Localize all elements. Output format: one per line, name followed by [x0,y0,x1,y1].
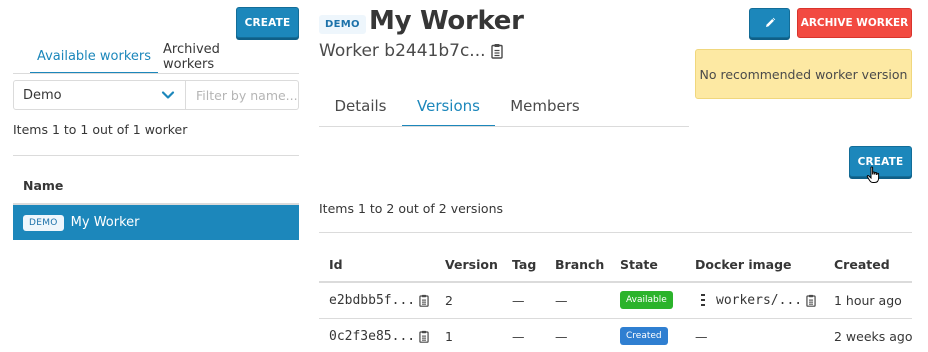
column-header-state: State [620,257,658,272]
clipboard-icon[interactable] [419,294,429,307]
version-id-cell: 0c2f3e85... [329,326,429,346]
divider [13,155,299,156]
column-header-version: Version [445,257,498,272]
archive-worker-button[interactable]: ARCHIVE WORKER [797,8,912,38]
version-id: e2bdbb5f... [329,292,416,308]
state-cell: Created [620,326,668,346]
docker-image-cell: workers/... [700,290,816,310]
page-title: My Worker [369,6,524,36]
name-column-header: Name [23,178,64,193]
divider [319,232,912,233]
worker-id-subtitle: Worker b2441b7c... [319,41,503,61]
state-badge-available: Available [620,291,673,309]
worker-count-text: Items 1 to 1 out of 1 worker [13,122,188,137]
tab-available-workers[interactable]: Available workers [30,40,158,73]
table-header-divider [319,281,912,283]
version-tag: — [512,292,525,308]
tabs-divider [13,73,299,74]
drag-handle-icon[interactable] [700,293,706,307]
docker-image: — [695,328,708,344]
version-branch: — [555,292,568,308]
docker-image: workers/... [716,292,803,308]
hand-cursor-icon [866,166,880,183]
version-count-text: Items 1 to 2 out of 2 versions [319,201,504,216]
create-worker-button[interactable]: CREATE [236,7,299,38]
version-branch: — [555,328,568,344]
worker-list-tabs: Available workers Archived workers [13,40,299,74]
version-id: 0c2f3e85... [329,328,416,344]
column-header-id: Id [329,257,343,272]
worker-tabs: Details Versions Members [319,86,689,127]
demo-tag: DEMO [23,214,64,231]
tabs-divider [319,126,689,127]
tab-members[interactable]: Members [495,86,595,126]
state-cell: Available [620,290,673,310]
worker-type-select[interactable]: Demo [13,80,186,110]
column-header-created: Created [834,257,890,272]
tab-versions[interactable]: Versions [402,86,495,126]
version-tag: — [512,328,525,344]
column-header-docker-image: Docker image [695,257,792,272]
recommended-version-notice: No recommended worker version [695,49,912,99]
state-badge-created: Created [620,327,668,345]
clipboard-icon[interactable] [806,294,816,307]
worker-list-item-selected[interactable]: DEMO My Worker [13,205,299,240]
select-value: Demo [23,87,62,103]
created-time: 2 weeks ago [834,328,913,344]
tab-archived-workers[interactable]: Archived workers [163,40,275,73]
version-number: 2 [445,292,453,308]
clipboard-icon[interactable] [419,330,429,343]
worker-name: My Worker [70,215,140,230]
version-id-cell: e2bdbb5f... [329,290,429,310]
edit-worker-button[interactable] [749,8,790,38]
worker-id-text: Worker b2441b7c... [319,41,486,61]
created-time: 1 hour ago [834,292,902,308]
row-divider [319,318,912,319]
column-header-branch: Branch [555,257,605,272]
clipboard-icon[interactable] [490,43,503,59]
filter-by-name-input[interactable]: Filter by name... [186,80,299,110]
column-header-tag: Tag [512,257,537,272]
version-number: 1 [445,328,453,344]
demo-tag: DEMO [319,15,366,34]
chevron-down-icon [161,91,175,99]
tab-details[interactable]: Details [319,86,402,126]
pencil-icon [765,17,775,27]
